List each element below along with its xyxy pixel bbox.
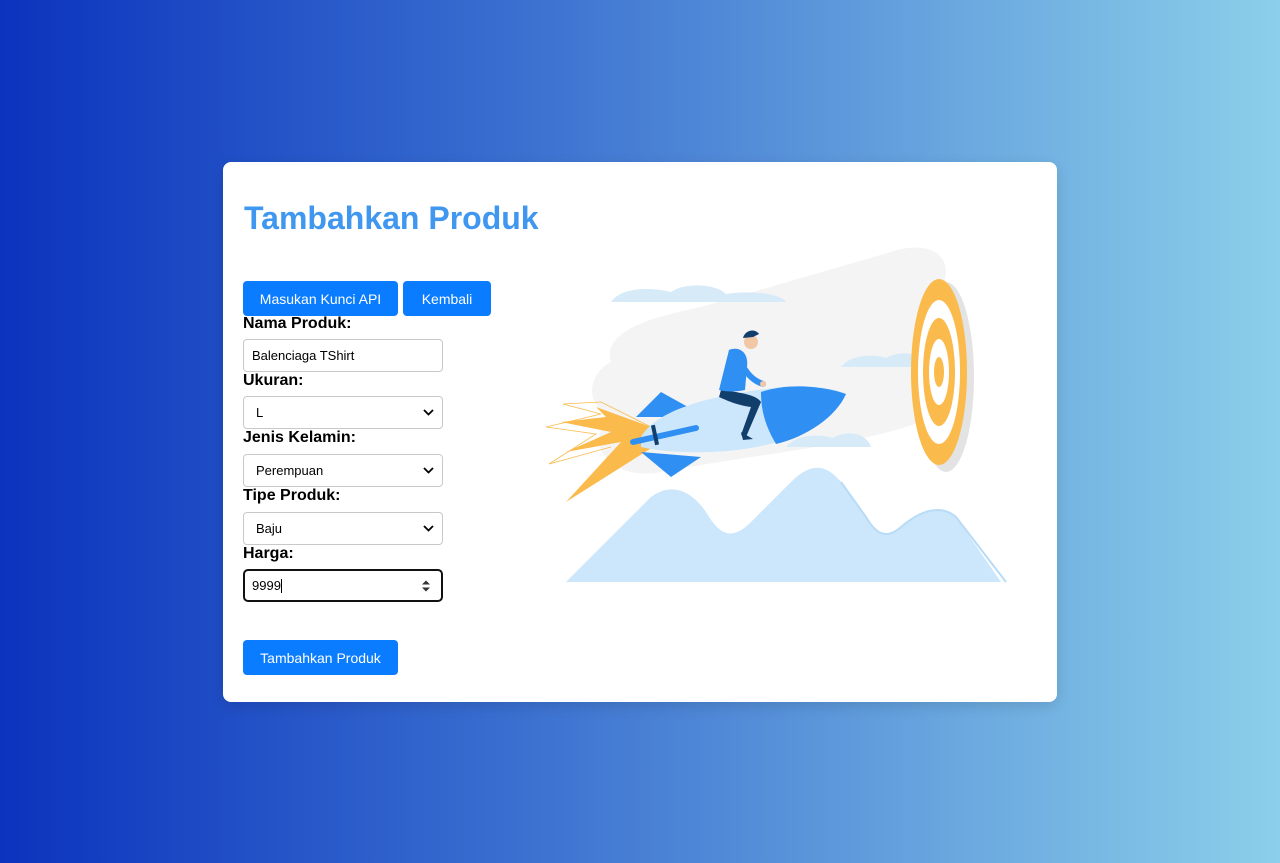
- mountain-shape: [566, 467, 1001, 582]
- product-name-label: Nama Produk:: [243, 315, 352, 332]
- back-button[interactable]: Kembali: [403, 281, 491, 316]
- size-select[interactable]: L: [243, 396, 443, 429]
- product-type-label: Tipe Produk:: [243, 487, 341, 504]
- rocket-launch-illustration: [545, 247, 1007, 583]
- add-product-card: Tambahkan Produk Masukan Kunci API Kemba…: [223, 162, 1057, 702]
- text-cursor: [280, 579, 282, 594]
- enter-api-key-button[interactable]: Masukan Kunci API: [243, 281, 398, 316]
- product-name-value: Balenciaga TShirt: [252, 348, 355, 363]
- price-value: 9999: [252, 577, 281, 593]
- page-title: Tambahkan Produk: [244, 200, 539, 236]
- add-product-submit-button[interactable]: Tambahkan Produk: [243, 640, 398, 675]
- product-type-value: Baju: [256, 521, 283, 536]
- gender-value: Perempuan: [256, 463, 324, 478]
- target-bullseye: [934, 357, 944, 387]
- chevron-down-icon: [422, 465, 434, 477]
- product-name-input[interactable]: Balenciaga TShirt: [243, 339, 443, 372]
- price-label: Harga:: [243, 545, 294, 562]
- size-value: L: [256, 405, 264, 420]
- number-spinner-icon[interactable]: [421, 579, 431, 593]
- size-label: Ukuran:: [243, 372, 304, 389]
- chevron-down-icon: [422, 523, 434, 535]
- price-input[interactable]: 9999: [243, 569, 443, 602]
- product-type-select[interactable]: Baju: [243, 512, 443, 545]
- gender-select[interactable]: Perempuan: [243, 454, 443, 487]
- gender-label: Jenis Kelamin:: [243, 429, 356, 446]
- chevron-down-icon: [422, 407, 434, 419]
- cloud-icon: [611, 285, 786, 302]
